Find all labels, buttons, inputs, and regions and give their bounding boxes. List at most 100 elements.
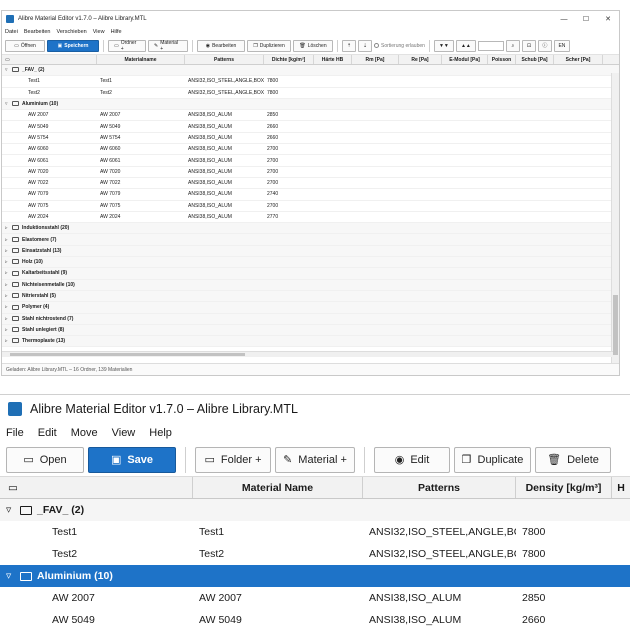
table-row[interactable]: AW 7079 AW 7079 ANSI38,ISO_ALUM 2740 <box>2 189 619 201</box>
minimize-icon[interactable]: — <box>553 16 575 23</box>
folder-row[interactable]: ▿ _FAV_ (2) <box>2 65 619 77</box>
chevron-right-icon[interactable]: ▹ <box>5 327 11 333</box>
folder-row[interactable]: ▹ Nichteisenmetalle (10) <box>2 279 619 291</box>
save-button[interactable]: ▣ Speichern <box>47 39 99 52</box>
tree-column-header[interactable]: ▭ <box>0 477 193 498</box>
menu-view[interactable]: View <box>112 427 136 439</box>
sort-checkbox[interactable] <box>374 43 379 48</box>
chevron-right-icon[interactable]: ▹ <box>5 225 11 231</box>
horizontal-scrollbar[interactable] <box>2 351 613 357</box>
folder-row[interactable]: ▹ Stahl unlegiert (8) <box>2 324 619 337</box>
column-header[interactable]: Density [kg/m³] <box>516 477 612 498</box>
chevron-right-icon[interactable]: ▹ <box>5 338 11 344</box>
chevron-right-icon[interactable]: ▹ <box>5 304 11 310</box>
maximize-icon[interactable]: ☐ <box>575 15 597 23</box>
table-row[interactable]: Test1 Test1 ANSI32,ISO_STEEL,ANGLE,BOX 7800 <box>2 76 619 88</box>
chevron-right-icon[interactable]: ▹ <box>5 316 11 322</box>
column-header[interactable]: Re [Pa] <box>399 55 442 64</box>
chevron-down-icon[interactable]: ▿ <box>5 67 11 73</box>
add-material-button[interactable]: ✎ Material + <box>275 446 355 473</box>
duplicate-button[interactable]: ❐ Duplizieren <box>247 39 291 52</box>
menu-view[interactable]: View <box>93 29 105 35</box>
chevron-right-icon[interactable]: ▹ <box>5 270 11 276</box>
column-header[interactable]: Material Name <box>193 477 363 498</box>
menu-help[interactable]: Hilfe <box>111 29 122 35</box>
edit-button[interactable]: ◉ Edit <box>374 446 450 473</box>
chevron-right-icon[interactable]: ▹ <box>5 237 11 243</box>
table-row[interactable]: AW 5049 AW 5049 ANSI38,ISO_ALUM 2660 <box>0 609 630 628</box>
chevron-right-icon[interactable]: ▹ <box>5 293 11 299</box>
edit-button[interactable]: ◉ Bearbeiten <box>197 39 245 52</box>
table-row[interactable]: Test2 Test2 ANSI32,ISO_STEEL,ANGLE,BOX 7800 <box>2 88 619 99</box>
chevron-down-icon[interactable]: ▿ <box>5 101 11 107</box>
column-header[interactable]: Härte HB <box>314 55 352 64</box>
column-header[interactable]: Dichte [kg/m³] <box>264 55 314 64</box>
folder-row[interactable]: ▹ Elastomere (7) <box>2 234 619 246</box>
folder-row[interactable]: ▹ Nitrierstahl (5) <box>2 290 619 303</box>
tree-column-header[interactable]: ▭ <box>2 55 97 64</box>
folder-row[interactable]: ▿ Aluminium (10) <box>0 565 630 587</box>
folder-row[interactable]: ▿ _FAV_ (2) <box>0 499 630 521</box>
folder-row[interactable]: ▹ Stahl nichtrostend (7) <box>2 313 619 325</box>
table-row[interactable]: AW 2007 AW 2007 ANSI38,ISO_ALUM 2850 <box>2 110 619 122</box>
folder-row[interactable]: ▹ Holz (10) <box>2 257 619 269</box>
delete-button[interactable]: 🗑 Löschen <box>293 39 333 52</box>
table-row[interactable]: Test2 Test2 ANSI32,ISO_STEEL,ANGLE,BOX 7800 <box>0 543 630 565</box>
expand-all-button[interactable]: ▲▲ <box>455 39 476 52</box>
folder-row[interactable]: ▿ Aluminium (10) <box>2 98 619 111</box>
menu-move[interactable]: Verschieben <box>56 29 86 35</box>
menu-move[interactable]: Move <box>71 427 98 439</box>
table-row[interactable]: AW 7020 AW 7020 ANSI38,ISO_ALUM 2700 <box>2 167 619 178</box>
folder-row[interactable]: ▹ Induktionsstahl (20) <box>2 223 619 235</box>
search-input[interactable] <box>477 40 504 51</box>
menu-edit[interactable]: Edit <box>38 427 57 439</box>
menu-file[interactable]: Datei <box>5 29 18 35</box>
move-up-button[interactable]: ⇡ <box>342 39 356 52</box>
table-row[interactable]: AW 6061 AW 6061 ANSI38,ISO_ALUM 2700 <box>2 155 619 167</box>
lock-button[interactable]: ⊡ <box>521 39 536 52</box>
column-header[interactable]: Schub [Pa] <box>516 55 554 64</box>
menu-file[interactable]: File <box>6 427 24 439</box>
column-header[interactable]: E-Modul [Pa] <box>442 55 488 64</box>
collapse-all-button[interactable]: ▼▼ <box>433 39 454 52</box>
scroll-thumb[interactable] <box>613 295 618 355</box>
table-row[interactable]: AW 2007 AW 2007 ANSI38,ISO_ALUM 2850 <box>0 587 630 609</box>
duplicate-button[interactable]: ❐ Duplicate <box>454 446 531 473</box>
chevron-down-icon[interactable]: ▿ <box>6 570 18 582</box>
column-header[interactable]: Patterns <box>185 55 264 64</box>
chevron-right-icon[interactable]: ▹ <box>5 282 11 288</box>
open-button[interactable]: ▭ Öffnen <box>5 39 45 52</box>
save-button[interactable]: ▣ Save <box>88 446 176 473</box>
column-header[interactable]: H <box>612 477 630 498</box>
scroll-thumb[interactable] <box>10 353 245 356</box>
menu-edit[interactable]: Bearbeiten <box>24 29 51 35</box>
folder-row[interactable]: ▹ Kaltarbeitsstahl (9) <box>2 268 619 280</box>
table-row[interactable]: AW 7022 AW 7022 ANSI38,ISO_ALUM 2700 <box>2 178 619 190</box>
close-icon[interactable]: ✕ <box>597 15 619 23</box>
add-folder-button[interactable]: ▭ Ordner + <box>108 39 146 52</box>
column-header[interactable]: Patterns <box>363 477 516 498</box>
column-header[interactable]: Poisson <box>488 55 516 64</box>
column-header[interactable]: Rm [Pa] <box>352 55 399 64</box>
folder-row[interactable]: ▹ Einsatzstahl (13) <box>2 245 619 258</box>
table-row[interactable]: Test1 Test1 ANSI32,ISO_STEEL,ANGLE,BOX 7800 <box>0 521 630 543</box>
sort-toggle[interactable]: Sortierung erlauben <box>374 43 425 49</box>
menu-help[interactable]: Help <box>149 427 172 439</box>
table-row[interactable]: AW 7075 AW 7075 ANSI38,ISO_ALUM 2700 <box>2 201 619 212</box>
add-material-button[interactable]: ✎ Material + <box>148 39 188 52</box>
folder-row[interactable]: ▹ Thermoplaste (13) <box>2 336 619 348</box>
add-folder-button[interactable]: ▭ Folder + <box>195 446 271 473</box>
move-down-button[interactable]: ⇣ <box>358 39 372 52</box>
open-button[interactable]: ▭ Open <box>6 446 84 473</box>
language-button[interactable]: EN <box>553 39 570 52</box>
chevron-right-icon[interactable]: ▹ <box>5 259 11 265</box>
chevron-right-icon[interactable]: ▹ <box>5 248 11 254</box>
folder-row[interactable]: ▹ Polymer (4) <box>2 302 619 314</box>
search-button[interactable]: ⌕ <box>505 39 520 52</box>
info-button[interactable]: ⓘ <box>537 39 552 52</box>
chevron-down-icon[interactable]: ▿ <box>6 504 18 516</box>
table-row[interactable]: AW 5754 AW 5754 ANSI38,ISO_ALUM 2660 <box>2 133 619 145</box>
delete-button[interactable]: 🗑 Delete <box>535 446 611 473</box>
column-header[interactable]: Scher [Pa] <box>554 55 603 64</box>
table-row[interactable]: AW 6060 AW 6060 ANSI38,ISO_ALUM 2700 <box>2 144 619 156</box>
